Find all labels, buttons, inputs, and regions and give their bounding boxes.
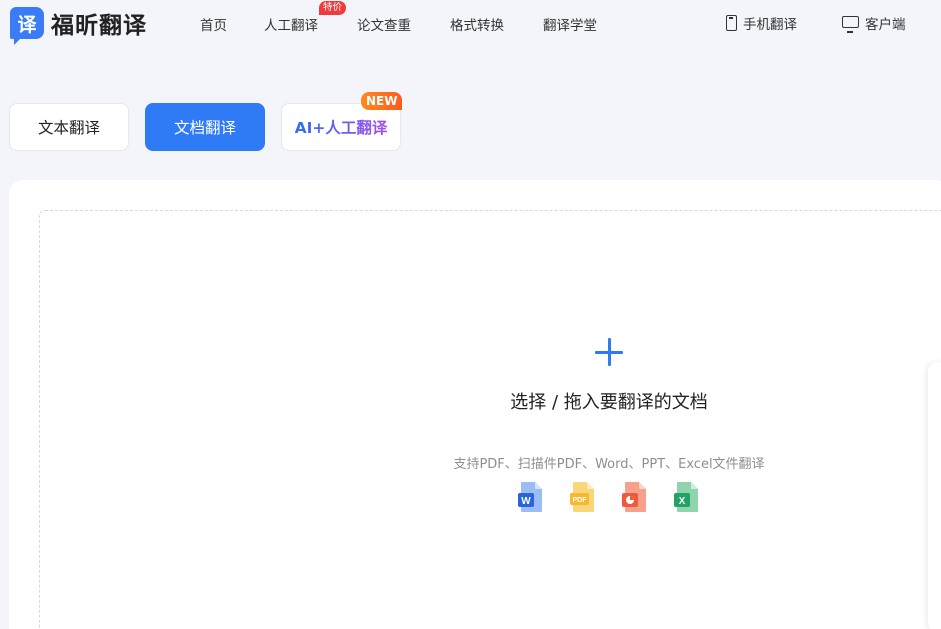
logo-icon: 译 [10, 7, 44, 45]
tab-document-translation[interactable]: 文档翻译 [145, 103, 265, 151]
phone-icon [726, 15, 737, 31]
nav-plagiarism-check[interactable]: 论文查重 [357, 14, 411, 34]
supported-formats-text: 支持PDF、扫描件PDF、Word、PPT、Excel文件翻译 [453, 457, 765, 472]
nav-translation-academy[interactable]: 翻译学堂 [543, 14, 597, 34]
new-badge: NEW [361, 92, 403, 110]
monitor-icon [842, 15, 859, 33]
special-price-badge: 特价 [319, 1, 347, 15]
desktop-client-link[interactable]: 客户端 [842, 13, 906, 33]
tab-text-translation[interactable]: 文本翻译 [9, 103, 129, 151]
tab-ai-human-translation[interactable]: AI+人工翻译 [281, 103, 401, 151]
site-logo[interactable]: 译 福昕翻译 [10, 6, 147, 45]
word-file-icon: W [518, 481, 544, 513]
ppt-file-icon [622, 481, 648, 513]
svg-text:X: X [679, 496, 686, 507]
svg-text:PDF: PDF [573, 497, 588, 504]
upload-title[interactable]: 选择 / 拖入要翻译的文档 [480, 388, 738, 414]
top-navigation-bar: 译 福昕翻译 首页 人工翻译 特价 论文查重 格式转换 翻译学堂 手机翻译 客户… [0, 0, 941, 46]
logo-text: 福昕翻译 [51, 13, 147, 39]
nav-home[interactable]: 首页 [200, 14, 227, 34]
tab-ai-label: AI+人工翻译 [295, 116, 388, 138]
plus-icon[interactable] [595, 338, 623, 366]
nav-human-translation[interactable]: 人工翻译 [264, 14, 318, 34]
desktop-client-label: 客户端 [865, 17, 906, 33]
svg-text:W: W [521, 496, 531, 507]
file-dropzone[interactable] [39, 210, 941, 629]
mobile-translate-link[interactable]: 手机翻译 [726, 13, 797, 33]
nav-format-convert[interactable]: 格式转换 [450, 14, 504, 34]
pdf-file-icon: PDF [570, 481, 596, 513]
mobile-translate-label: 手机翻译 [743, 17, 797, 33]
floating-side-panel[interactable] [928, 362, 941, 629]
excel-file-icon: X [674, 481, 700, 513]
